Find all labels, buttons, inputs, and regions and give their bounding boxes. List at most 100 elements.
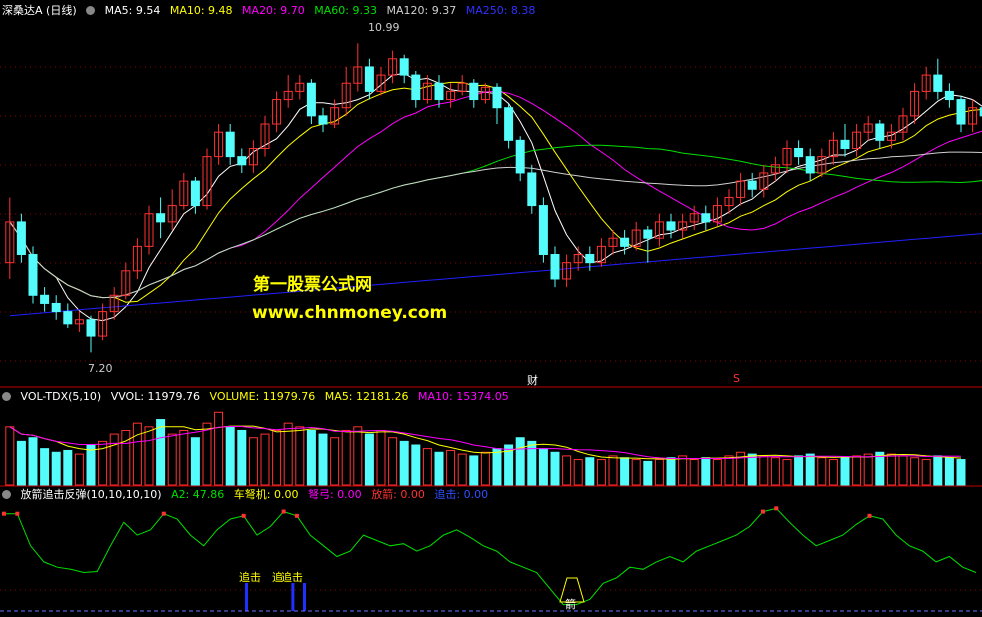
volume-bar bbox=[272, 429, 282, 486]
volume-bar bbox=[248, 437, 258, 486]
settings-dot-icon[interactable] bbox=[2, 392, 11, 401]
volume-bar bbox=[237, 429, 247, 486]
grid-lines bbox=[0, 66, 982, 591]
candle-body bbox=[469, 82, 479, 101]
volume-bar bbox=[817, 457, 827, 486]
volume-bar bbox=[898, 455, 908, 486]
volume-bar bbox=[747, 453, 757, 486]
candle-body bbox=[399, 58, 409, 76]
volume-panel-header: VOL-TDX(5,10) VVOL: 11979.76 VOLUME: 119… bbox=[2, 389, 515, 404]
volume-bar bbox=[422, 448, 432, 486]
candle-body bbox=[492, 86, 502, 109]
candle-body bbox=[306, 82, 316, 117]
volume-bar bbox=[28, 437, 38, 486]
volume-bar bbox=[283, 422, 293, 486]
volume-bar bbox=[596, 459, 606, 486]
oscillator-peak-marker bbox=[15, 511, 20, 516]
volume-bar bbox=[910, 457, 920, 486]
candle-body bbox=[550, 254, 560, 280]
volume-bar bbox=[364, 433, 374, 486]
oscillator-peak-marker bbox=[774, 506, 779, 511]
candle-body bbox=[666, 221, 676, 231]
c2-value: 弩弓: 0.00 bbox=[307, 488, 362, 501]
volume-bar bbox=[759, 455, 769, 486]
stock-title[interactable]: 深桑达A (日线) bbox=[2, 4, 77, 17]
volume-bar bbox=[434, 451, 444, 486]
volume-bar bbox=[701, 457, 711, 486]
volume-bar bbox=[295, 426, 305, 486]
watermark-title: 第一股票公式网 bbox=[253, 275, 372, 295]
oscillator-peak-marker bbox=[241, 513, 246, 518]
candle-body bbox=[364, 66, 374, 92]
main-panel-header: 深桑达A (日线) MA5: 9.54 MA10: 9.48 MA20: 9.7… bbox=[2, 3, 541, 18]
volume-bar bbox=[132, 422, 142, 486]
a2-value: A2: 47.86 bbox=[171, 488, 225, 501]
candle-body bbox=[956, 99, 966, 125]
volume-bar bbox=[620, 457, 630, 486]
volume-bar bbox=[805, 453, 815, 486]
volume-bar bbox=[86, 444, 96, 486]
oscillator-peak-marker bbox=[294, 513, 299, 518]
ma20-value: MA20: 9.70 bbox=[242, 4, 305, 17]
settings-dot-icon[interactable] bbox=[2, 490, 11, 499]
volume-bar bbox=[527, 440, 537, 486]
volume-bar bbox=[852, 455, 862, 486]
indicator-name[interactable]: 放箭追击反弹(10,10,10,10) bbox=[21, 488, 162, 501]
volume-bar bbox=[260, 433, 270, 486]
volume-bar bbox=[51, 451, 61, 486]
volume-bar bbox=[353, 426, 363, 486]
volume-bar bbox=[770, 457, 780, 486]
volume-bar bbox=[492, 448, 502, 486]
indicator-panel-header: 放箭追击反弹(10,10,10,10) A2: 47.86 车弩机: 0.00 … bbox=[2, 487, 494, 502]
volume-bar bbox=[956, 459, 966, 486]
settings-dot-icon[interactable] bbox=[86, 6, 96, 15]
volume-bar bbox=[469, 455, 479, 486]
volume-bar bbox=[631, 459, 641, 486]
watermark-url: www.chnmoney.com bbox=[252, 303, 448, 323]
candle-body bbox=[28, 254, 38, 296]
special-event-marker[interactable]: S bbox=[733, 372, 740, 385]
volume-bar bbox=[782, 459, 792, 486]
volume-bar bbox=[689, 459, 699, 486]
volume-bar bbox=[156, 419, 166, 486]
volume-indicator-name[interactable]: VOL-TDX(5,10) bbox=[21, 390, 102, 403]
candle-body bbox=[643, 229, 653, 239]
candle-body bbox=[237, 156, 247, 166]
c3-value: 放箭: 0.00 bbox=[371, 488, 425, 501]
chase-signal-bar bbox=[245, 583, 248, 611]
volume-bar bbox=[480, 451, 490, 486]
volume-bar bbox=[399, 440, 409, 486]
volume-bar bbox=[5, 426, 15, 486]
volume-bar bbox=[179, 429, 189, 486]
volume-bars[interactable] bbox=[5, 411, 966, 486]
finance-event-marker[interactable]: 财 bbox=[527, 372, 538, 388]
price-low-label: 7.20 bbox=[88, 362, 113, 375]
candlestick-series[interactable] bbox=[5, 43, 982, 353]
chart-canvas[interactable] bbox=[0, 0, 982, 617]
oscillator-peak-marker bbox=[2, 511, 6, 516]
volume-bar bbox=[318, 433, 328, 486]
candle-body bbox=[40, 294, 50, 304]
volume-bar bbox=[538, 448, 548, 486]
volume-bar bbox=[376, 429, 386, 486]
vvol-value: VVOL: 11979.76 bbox=[110, 390, 201, 403]
volume-bar bbox=[411, 444, 421, 486]
volume-bar bbox=[74, 453, 84, 486]
candle-body bbox=[86, 319, 96, 337]
oscillator-series[interactable] bbox=[2, 506, 977, 611]
volume-bar bbox=[16, 440, 26, 486]
candle-body bbox=[411, 74, 421, 101]
volume-bar bbox=[515, 437, 525, 486]
ma10-line bbox=[9, 81, 982, 303]
oscillator-peak-marker bbox=[161, 511, 166, 516]
arrow-signal-label: 箭 bbox=[565, 598, 576, 611]
volume-bar bbox=[643, 460, 653, 486]
volume-bar bbox=[828, 459, 838, 486]
candle-body bbox=[190, 180, 200, 207]
candle-body bbox=[585, 254, 595, 264]
signal-label-3: 追击 bbox=[281, 571, 303, 584]
volume-bar bbox=[167, 433, 177, 486]
oscillator-peak-marker bbox=[281, 509, 286, 514]
volume-bar bbox=[573, 459, 583, 486]
ma60-value: MA60: 9.33 bbox=[314, 4, 377, 17]
